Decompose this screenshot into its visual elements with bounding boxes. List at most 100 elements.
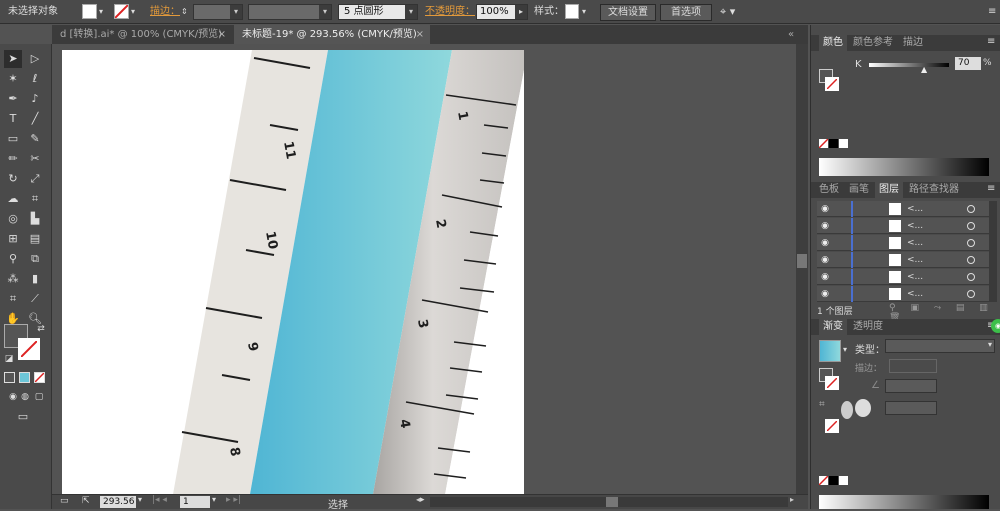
blend-tool-icon[interactable]: ⧉ [26, 250, 44, 268]
line-tool-icon[interactable]: ╱ [26, 110, 44, 128]
pencil-tool-icon[interactable]: ✏ [4, 150, 22, 168]
target-icon[interactable] [967, 290, 975, 298]
stroke-color-box[interactable] [825, 376, 839, 390]
draw-inside-icon[interactable]: ▢ [30, 388, 48, 406]
selection-tool-icon[interactable]: ➤ [4, 50, 22, 68]
close-icon[interactable]: × [416, 25, 424, 44]
zoom-dropdown-icon[interactable]: ▾ [138, 495, 142, 504]
layer-row[interactable]: ◉ <... [817, 269, 997, 285]
gradient-preview[interactable] [819, 340, 841, 362]
shape-builder-tool-icon[interactable]: ◎ [4, 210, 22, 228]
layer-row[interactable]: ◉ <... [817, 286, 997, 302]
first-page-icon[interactable]: |◂ ◂ [152, 495, 167, 505]
panel-menu-icon[interactable]: ≡ [988, 3, 996, 20]
swap-colors-icon[interactable]: ⇄ [32, 320, 50, 338]
tab-gradient[interactable]: 渐变 [819, 319, 847, 335]
artboard-nav-icon[interactable]: ▭ [60, 496, 69, 506]
gradient-type-select[interactable]: ▾ [885, 339, 995, 353]
curvature-tool-icon[interactable]: ♪ [26, 90, 44, 108]
aspect-field[interactable] [885, 401, 937, 415]
perspective-grid-tool-icon[interactable]: ▙ [26, 210, 44, 228]
k-slider[interactable]: ▲ [869, 63, 949, 74]
target-icon[interactable] [967, 273, 975, 281]
black-swatch[interactable] [829, 139, 838, 148]
horizontal-scrollbar[interactable] [430, 497, 788, 507]
layer-row[interactable]: ◉ <... [817, 201, 997, 217]
tab-pathfinder[interactable]: 路径查找器 [905, 182, 963, 198]
color-spectrum[interactable] [819, 158, 989, 176]
graph-tool-icon[interactable]: ▮ [26, 270, 44, 288]
black-swatch[interactable] [829, 476, 838, 485]
stroke-weight-stepper[interactable]: ⇕ [181, 3, 188, 20]
scale-tool-icon[interactable]: ⤢ [26, 170, 44, 188]
opacity-label[interactable]: 不透明度： [425, 3, 475, 20]
fill-swatch[interactable] [82, 4, 97, 19]
layer-row[interactable]: ◉ <... [817, 218, 997, 234]
screen-mode-icon[interactable]: ▭ [14, 408, 32, 426]
stroke-color-box[interactable] [825, 77, 839, 91]
eye-icon[interactable]: ◉ [820, 204, 830, 214]
scroll-left-icon[interactable]: ◂ [416, 495, 420, 504]
mesh-tool-icon[interactable]: ⊞ [4, 230, 22, 248]
aspect-ratio-icon[interactable]: ⌗ [819, 399, 833, 417]
stroke-label[interactable]: 描边： [150, 3, 180, 20]
fill-dropdown-icon[interactable]: ▾ [99, 3, 103, 20]
gradient-tool-icon[interactable]: ▤ [26, 230, 44, 248]
target-icon[interactable] [967, 205, 975, 213]
tab-color[interactable]: 颜色 [819, 35, 847, 51]
page-dropdown-icon[interactable]: ▾ [212, 495, 216, 504]
angle-field[interactable] [885, 379, 937, 393]
variable-width-select[interactable]: ▾ [248, 4, 332, 20]
doc-setup-button[interactable]: 文档设置 [600, 4, 656, 21]
layer-row[interactable]: ◉ <... [817, 235, 997, 251]
eye-icon[interactable]: ◉ [820, 221, 830, 231]
scroll-thumb[interactable] [606, 497, 618, 507]
zoom-field[interactable]: 293.56 [100, 496, 136, 508]
eye-icon[interactable]: ◉ [820, 289, 830, 299]
preferences-button[interactable]: 首选项 [660, 4, 712, 21]
eyedropper-tool-icon[interactable]: ⚲ [4, 250, 22, 268]
panel-menu-icon[interactable]: ≡ [987, 36, 995, 47]
notification-badge[interactable]: ◉ [991, 319, 1000, 333]
stroke-color-box[interactable] [18, 338, 40, 360]
none-mode-icon[interactable] [34, 372, 45, 383]
none-swatch-icon[interactable] [818, 475, 829, 486]
panel-menu-icon[interactable]: ≡ [987, 183, 995, 194]
tab-layers[interactable]: 图层 [875, 182, 903, 198]
color-spectrum[interactable] [819, 495, 989, 509]
scissors-tool-icon[interactable]: ✂ [26, 150, 44, 168]
scroll-thumb[interactable] [797, 254, 807, 268]
direct-selection-tool-icon[interactable]: ▷ [26, 50, 44, 68]
close-icon[interactable]: × [218, 25, 226, 44]
gradient-mode-icon[interactable] [19, 372, 30, 383]
pen-tool-icon[interactable]: ✒ [4, 90, 22, 108]
tab-brushes[interactable]: 画笔 [845, 182, 873, 198]
artboard-tool-icon[interactable]: ⌗ [4, 290, 22, 308]
style-swatch[interactable] [565, 4, 579, 19]
tab-overflow-icon[interactable]: « [782, 25, 808, 44]
opacity-field[interactable]: 100% ▸ [476, 4, 528, 20]
layer-row[interactable]: ◉ <... [817, 252, 997, 268]
paintbrush-tool-icon[interactable]: ✎ [26, 130, 44, 148]
white-swatch[interactable] [839, 476, 848, 485]
rectangle-tool-icon[interactable]: ▭ [4, 130, 22, 148]
k-value-field[interactable]: 70 [955, 57, 981, 70]
magic-wand-tool-icon[interactable]: ✶ [4, 70, 22, 88]
stroke-dropdown-icon[interactable]: ▾ [131, 3, 135, 20]
next-page-icon[interactable]: ▸ ▸| [226, 495, 241, 505]
free-transform-tool-icon[interactable]: ⌗ [26, 190, 44, 208]
default-colors-icon[interactable]: ◪ [0, 350, 18, 368]
eye-icon[interactable]: ◉ [820, 272, 830, 282]
stroke-swatch[interactable] [114, 4, 129, 19]
eye-icon[interactable]: ◉ [820, 255, 830, 265]
symbol-sprayer-tool-icon[interactable]: ⁂ [4, 270, 22, 288]
stroke-weight-select[interactable]: ▾ [193, 4, 243, 20]
tab-swatches[interactable]: 色板 [815, 182, 843, 198]
rotate-tool-icon[interactable]: ↻ [4, 170, 22, 188]
type-tool-icon[interactable]: T [4, 110, 22, 128]
target-icon[interactable] [967, 239, 975, 247]
slider-handle-icon[interactable]: ▲ [921, 65, 927, 74]
stroke-color-box[interactable] [825, 419, 839, 433]
tab-color-guide[interactable]: 颜色参考 [849, 35, 897, 51]
share-icon[interactable]: ⇱ [82, 496, 90, 506]
